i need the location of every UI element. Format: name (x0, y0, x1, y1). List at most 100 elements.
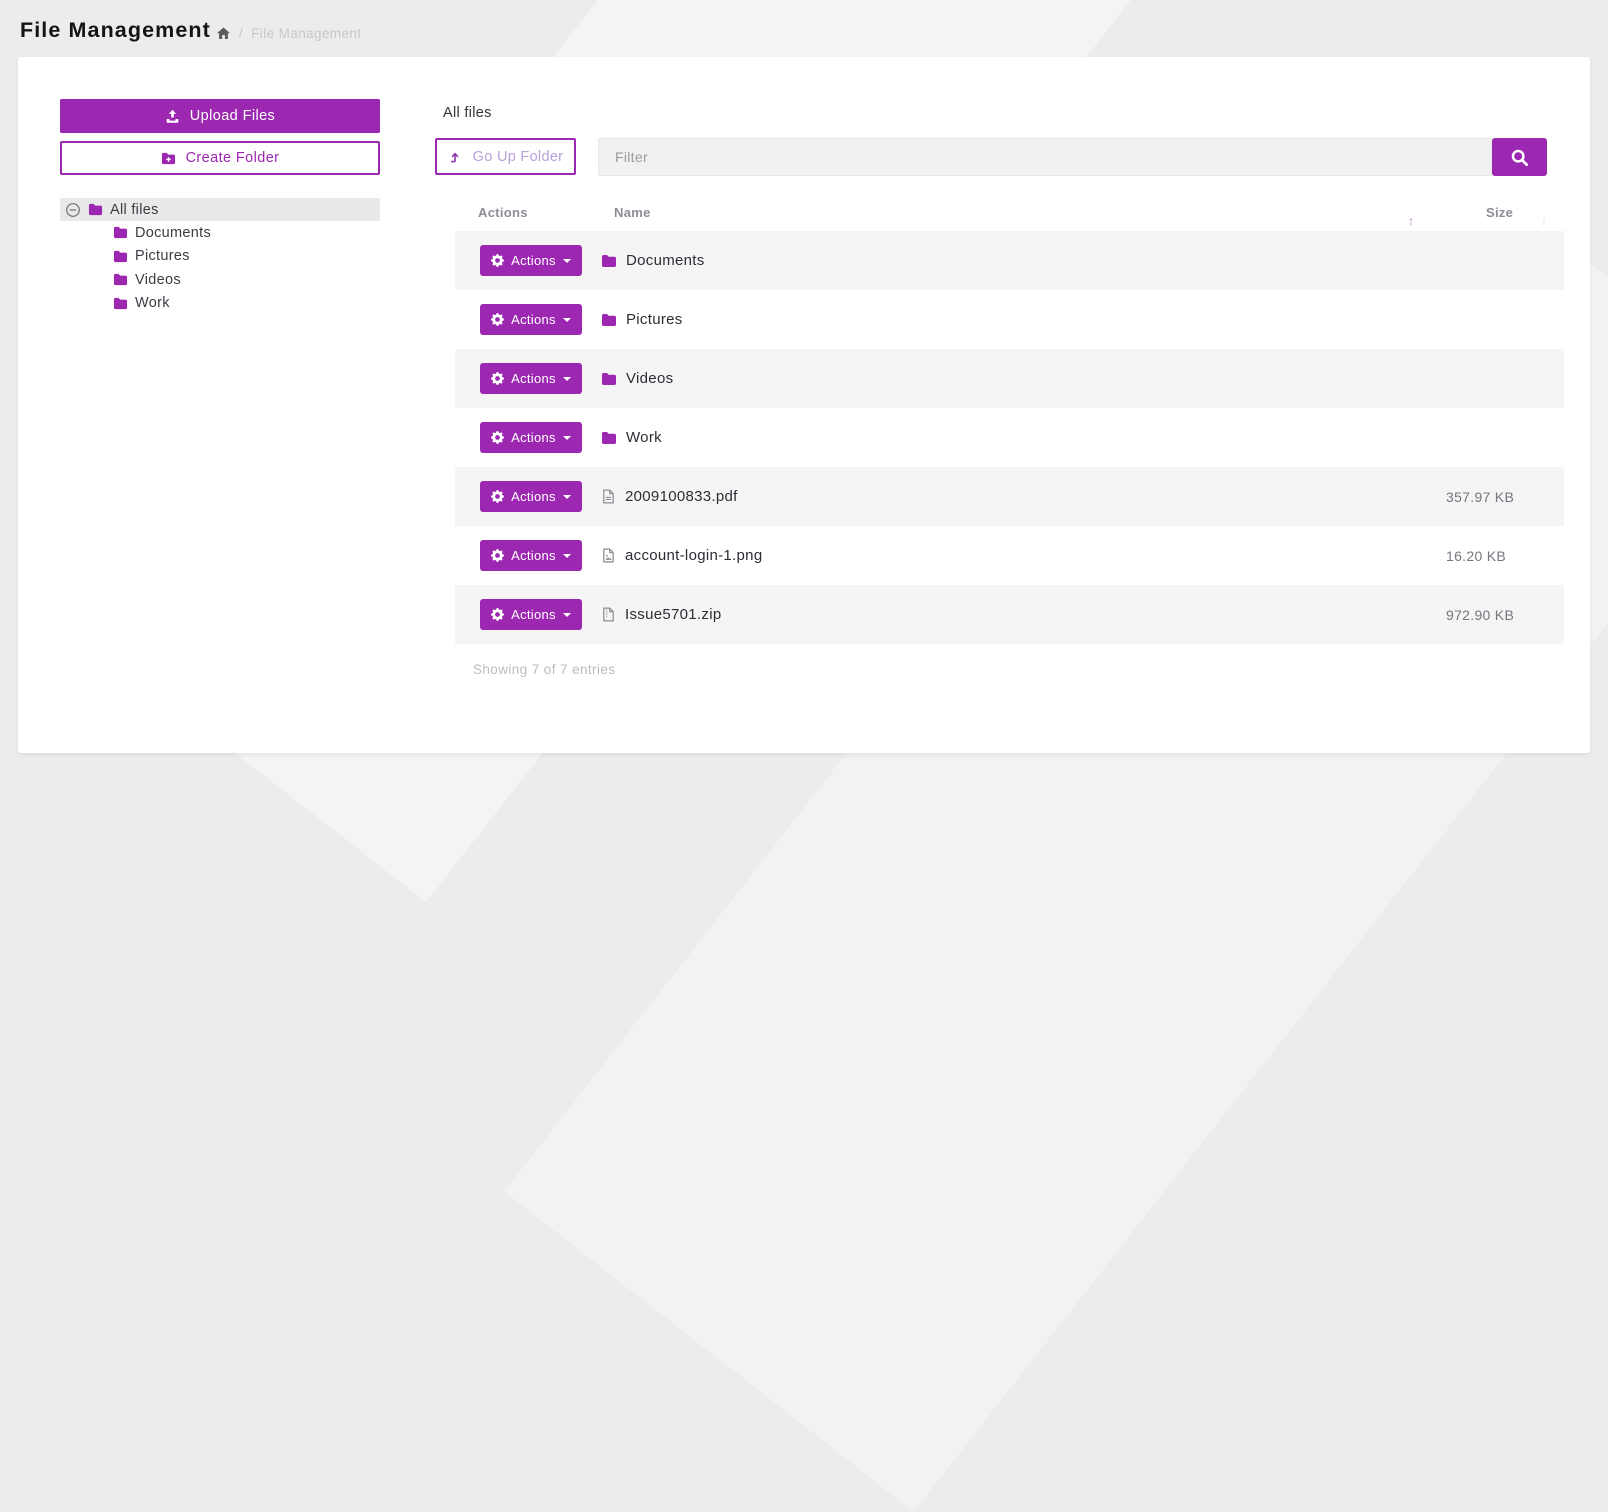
table-header: Actions Name ↑↓ Size ↑↓ (455, 196, 1564, 230)
folder-icon (113, 225, 128, 240)
column-header-name[interactable]: Name (614, 205, 651, 220)
gear-icon (491, 490, 504, 503)
row-actions-label: Actions (511, 548, 556, 563)
row-actions-button[interactable]: Actions (480, 304, 582, 335)
create-folder-label: Create Folder (186, 150, 280, 166)
gear-icon (491, 313, 504, 326)
tree-root-label: All files (110, 202, 159, 218)
create-folder-button[interactable]: Create Folder (60, 141, 380, 175)
row-actions-label: Actions (511, 371, 556, 386)
table-row: Actions account-login-1.png 16.20 KB (455, 526, 1564, 585)
row-actions-label: Actions (511, 430, 556, 445)
row-size: 972.90 KB (1446, 585, 1514, 644)
row-size-label: 16.20 KB (1446, 548, 1506, 564)
row-name[interactable]: Videos (601, 349, 673, 408)
gear-icon (491, 372, 504, 385)
chevron-down-icon (563, 613, 571, 617)
tree-item-label: Pictures (135, 248, 190, 264)
chevron-down-icon (563, 554, 571, 558)
file-archive-icon (601, 607, 616, 622)
row-name[interactable]: account-login-1.png (601, 526, 762, 585)
search-button[interactable] (1492, 138, 1547, 176)
gear-icon (491, 254, 504, 267)
folder-icon (113, 296, 128, 311)
row-size-label: 357.97 KB (1446, 489, 1514, 505)
filter-input[interactable] (598, 138, 1492, 176)
row-actions-button[interactable]: Actions (480, 245, 582, 276)
file-rows: Actions Documents Actions (455, 231, 1564, 644)
row-size: 16.20 KB (1446, 526, 1506, 585)
tree-item-all-files[interactable]: All files (60, 198, 380, 221)
row-size: 357.97 KB (1446, 467, 1514, 526)
table-row: Actions Pictures (455, 290, 1564, 349)
tree-item-pictures[interactable]: Pictures (113, 245, 380, 269)
current-folder-label: All files (443, 105, 492, 121)
chevron-down-icon (563, 259, 571, 263)
chevron-down-icon (563, 436, 571, 440)
folder-icon (113, 249, 128, 264)
tree-item-documents[interactable]: Documents (113, 221, 380, 245)
folder-icon (601, 430, 617, 446)
row-actions-button[interactable]: Actions (480, 481, 582, 512)
upload-files-button[interactable]: Upload Files (60, 99, 380, 133)
tree-children: Documents Pictures Videos Work (60, 221, 380, 315)
folder-icon (601, 371, 617, 387)
row-actions-button[interactable]: Actions (480, 363, 582, 394)
chevron-down-icon (563, 377, 571, 381)
row-name[interactable]: 2009100833.pdf (601, 467, 738, 526)
chevron-down-icon (563, 495, 571, 499)
tree-item-work[interactable]: Work (113, 292, 380, 316)
folder-icon (601, 312, 617, 328)
tree-item-label: Videos (135, 272, 181, 288)
go-up-folder-label: Go Up Folder (473, 149, 564, 165)
tree-item-label: Documents (135, 225, 211, 241)
folder-plus-icon (161, 151, 176, 166)
row-actions-label: Actions (511, 607, 556, 622)
table-row: Actions Work (455, 408, 1564, 467)
column-header-size[interactable]: Size (1486, 205, 1513, 220)
tree-item-videos[interactable]: Videos (113, 268, 380, 292)
row-name[interactable]: Documents (601, 231, 705, 290)
content-card: Upload Files Create Folder All files Doc… (18, 57, 1590, 753)
row-name-label: Pictures (626, 311, 683, 328)
home-icon[interactable] (216, 26, 231, 41)
collapse-icon[interactable] (65, 202, 81, 218)
folder-icon (88, 202, 103, 217)
gear-icon (491, 549, 504, 562)
row-name-label: Videos (626, 370, 673, 387)
breadcrumb-current: File Management (251, 26, 361, 41)
table-row: Actions Documents (455, 231, 1564, 290)
go-up-folder-button[interactable]: Go Up Folder (435, 138, 576, 175)
chevron-down-icon (563, 318, 571, 322)
entries-info: Showing 7 of 7 entries (473, 662, 615, 677)
table-row: Actions Issue5701.zip 972.90 KB (455, 585, 1564, 644)
tree-item-label: Work (135, 295, 170, 311)
level-up-icon (448, 149, 463, 164)
upload-files-label: Upload Files (190, 108, 275, 124)
table-row: Actions 2009100833.pdf 357.97 KB (455, 467, 1564, 526)
row-name[interactable]: Pictures (601, 290, 683, 349)
gear-icon (491, 608, 504, 621)
row-actions-button[interactable]: Actions (480, 422, 582, 453)
breadcrumb: / File Management (216, 26, 361, 41)
gear-icon (491, 431, 504, 444)
file-pdf-icon (601, 489, 616, 504)
row-actions-label: Actions (511, 489, 556, 504)
row-name-label: account-login-1.png (625, 547, 762, 564)
row-actions-label: Actions (511, 253, 556, 268)
row-name-label: 2009100833.pdf (625, 488, 738, 505)
row-actions-button[interactable]: Actions (480, 599, 582, 630)
row-name-label: Issue5701.zip (625, 606, 721, 623)
folder-tree: All files Documents Pictures Videos Work (60, 198, 380, 315)
page-title: File Management (20, 18, 211, 43)
breadcrumb-separator: / (239, 26, 243, 41)
row-name[interactable]: Issue5701.zip (601, 585, 721, 644)
row-name-label: Documents (626, 252, 705, 269)
row-name[interactable]: Work (601, 408, 662, 467)
upload-icon (165, 109, 180, 124)
row-actions-button[interactable]: Actions (480, 540, 582, 571)
row-actions-label: Actions (511, 312, 556, 327)
column-header-actions: Actions (478, 205, 528, 220)
row-size-label: 972.90 KB (1446, 607, 1514, 623)
row-name-label: Work (626, 429, 662, 446)
